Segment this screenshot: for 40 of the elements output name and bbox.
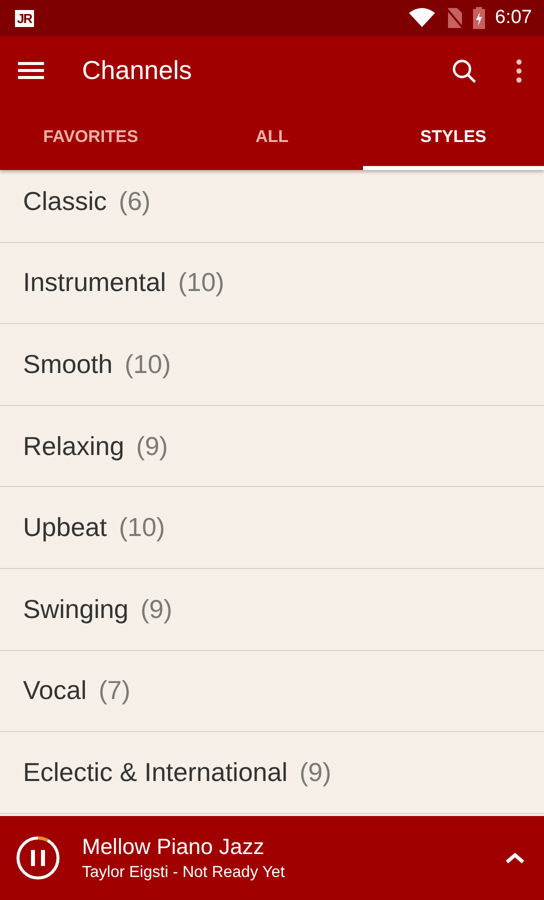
channel-count: (9) xyxy=(299,756,332,788)
list-item[interactable]: Upbeat (10) xyxy=(0,487,544,569)
pause-icon xyxy=(31,850,45,866)
tab[interactable]: STYLES xyxy=(362,105,544,170)
style-name: Vocal xyxy=(23,675,87,706)
channel-count: (6) xyxy=(118,186,151,217)
list-item[interactable]: Swinging (9) xyxy=(0,568,544,651)
channel-name: Mellow Piano Jazz xyxy=(82,834,266,860)
notification-icon: JR xyxy=(15,10,34,26)
battery-icon xyxy=(473,7,486,29)
style-name: Upbeat xyxy=(23,512,107,544)
channel-count: (10) xyxy=(118,512,166,544)
list-item[interactable]: Classic (6) xyxy=(0,170,544,243)
style-name: Instrumental xyxy=(23,267,166,298)
channel-count: (7) xyxy=(98,675,130,706)
search-icon xyxy=(452,58,476,82)
track-title: Taylor Eigsti - Not Ready Yet xyxy=(82,864,286,882)
style-name: Relaxing xyxy=(23,430,124,462)
style-name: Classic xyxy=(23,186,107,217)
tab[interactable]: FAVORITES xyxy=(0,105,182,170)
no-sim-icon xyxy=(445,7,464,29)
list-item[interactable]: Smooth (10) xyxy=(0,324,544,406)
style-name: Smooth xyxy=(23,348,113,380)
screen-title: Channels xyxy=(82,55,193,86)
style-name: Swinging xyxy=(23,594,129,625)
more-options-icon xyxy=(516,58,522,82)
wifi-icon xyxy=(409,8,436,28)
channel-count: (10) xyxy=(178,267,224,298)
channel-count: (10) xyxy=(124,348,171,380)
list-item[interactable]: Eclectic & International (9) xyxy=(0,732,544,814)
channel-count: (9) xyxy=(140,594,172,625)
style-name: Eclectic & International xyxy=(23,756,288,788)
list-item[interactable]: Vocal (7) xyxy=(0,650,544,732)
clock-time: 6:07 xyxy=(495,7,532,29)
list-item[interactable]: Instrumental (10) xyxy=(0,242,544,324)
channel-count: (9) xyxy=(136,430,168,462)
tab[interactable]: ALL xyxy=(181,105,363,170)
menu-icon xyxy=(18,62,44,80)
chevron-up-icon xyxy=(506,852,524,864)
list-item[interactable]: Relaxing (9) xyxy=(0,406,544,488)
